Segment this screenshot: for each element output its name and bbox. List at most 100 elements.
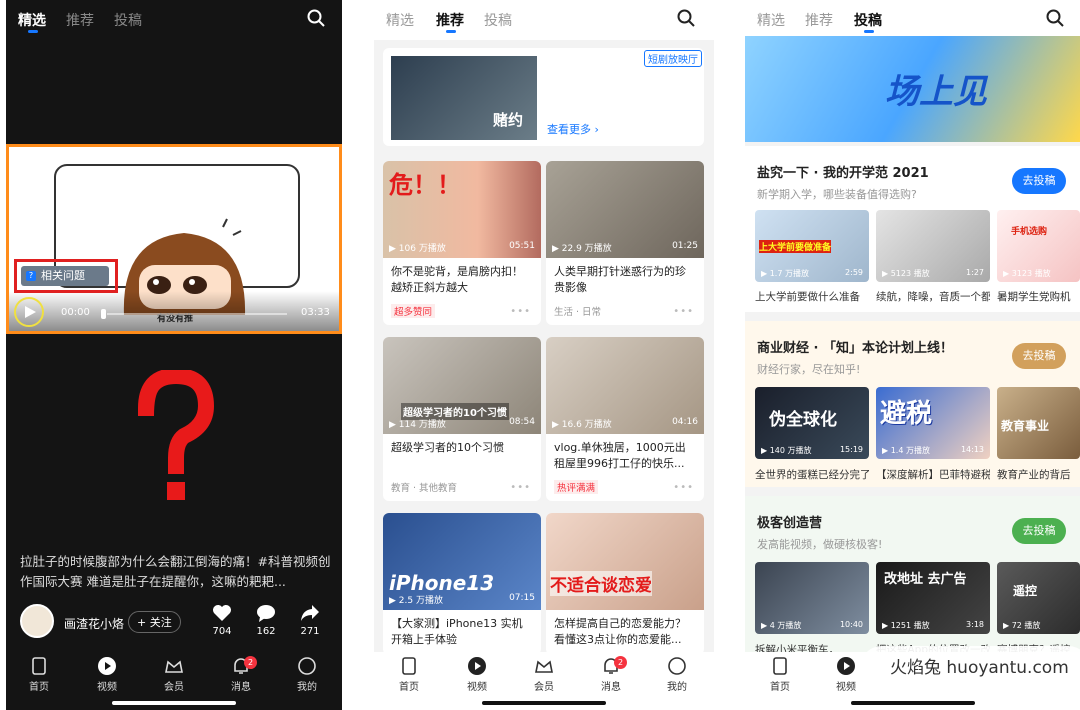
share-button[interactable]: 271 — [294, 604, 326, 637]
bottom-nav: 首页 视频 会员 2 消息 我的 — [6, 652, 342, 710]
progress-handle[interactable] — [101, 309, 106, 319]
video-card[interactable]: 超级学习者的10个习惯 ▶ 114 万播放 08:54 超级学习者的10个习惯 教… — [383, 337, 541, 501]
nav-messages[interactable]: 2 消息 — [216, 656, 266, 693]
tab-submissions[interactable]: 投稿 — [114, 10, 142, 30]
video-duration: 14:13 — [960, 445, 984, 454]
banner-headline: 场上见 — [885, 72, 987, 112]
thumb-overlay-text: 改地址 去广告 — [884, 572, 967, 587]
home-indicator — [112, 701, 236, 705]
nav-home[interactable]: 首页 — [14, 656, 64, 693]
like-button[interactable]: 704 — [206, 604, 238, 637]
tab-featured[interactable]: 精选 — [18, 10, 46, 30]
thumb-overlay-text: 遥控 — [1013, 584, 1038, 598]
video-caption: 拉肚子的时候腹部为什么会翻江倒海的痛！#科普视频创作国际大赛 难道是肚子在提醒你… — [20, 554, 331, 589]
post-button[interactable]: 去投稿 — [1012, 168, 1066, 194]
video-card[interactable]: 不适合谈恋爱 怎样提高自己的恋爱能力？看懂这3点让你的恋爱能... — [546, 513, 704, 655]
nav-me[interactable]: 我的 — [652, 656, 702, 693]
nav-vip[interactable]: 会员 — [149, 656, 199, 693]
tab-submissions[interactable]: 投稿 — [854, 10, 882, 30]
nav-vip-label: 会员 — [534, 682, 554, 693]
section-subtitle: 财经行家，尽在知乎! — [757, 363, 861, 376]
search-icon[interactable] — [1045, 8, 1065, 28]
nav-messages[interactable]: 2 消息 — [586, 656, 636, 693]
related-highlight-box: ? 相关问题 — [14, 259, 118, 293]
author-name[interactable]: 画渣花小烙 — [64, 615, 124, 632]
author-avatar[interactable] — [20, 604, 54, 638]
mini-video-thumbnail[interactable]: 伪全球化 ▶ 140 万播放 15:19 — [755, 387, 869, 459]
search-icon[interactable] — [306, 8, 326, 28]
video-thumbnail: 不适合谈恋爱 — [546, 513, 704, 610]
section-title: 极客创造营 — [757, 516, 823, 531]
video-play-icon — [468, 657, 486, 675]
submissions-screen: 精选 推荐 投稿 场上见 盐究一下 · 我的开学范 2021 新学期入学，哪些装… — [745, 0, 1080, 710]
more-options-icon[interactable]: ••• — [673, 482, 694, 493]
more-options-icon[interactable]: ••• — [510, 482, 531, 493]
nav-me-label: 我的 — [667, 682, 687, 693]
nav-video[interactable]: 视频 — [82, 656, 132, 693]
thumb-overlay-text: 不适合谈恋爱 — [550, 571, 652, 596]
section-subtitle: 发高能视频，做硬核极客! — [757, 538, 883, 551]
tab-recommended[interactable]: 推荐 — [66, 10, 94, 30]
share-count: 271 — [300, 626, 320, 637]
more-options-icon[interactable]: ••• — [510, 306, 531, 317]
nav-video[interactable]: 视频 — [452, 656, 502, 693]
mini-video-caption: 【深度解析】巴菲特避税 — [876, 469, 990, 481]
video-thumbnail: ▶ 16.6 万播放 04:16 — [546, 337, 704, 434]
video-card[interactable]: 危！！ ▶ 106 万播放 05:51 你不是驼背，是肩膀内扣！越矫正斜方越大 超… — [383, 161, 541, 325]
mini-video-thumbnail[interactable]: 上大学前要做准备 ▶ 1.7 万播放 2:59 — [755, 210, 869, 282]
profile-icon — [298, 657, 316, 675]
active-tab-indicator — [28, 30, 38, 33]
nav-vip[interactable]: 会员 — [519, 656, 569, 693]
mini-video-thumbnail[interactable]: 遥控 ▶ 72 播放 — [997, 562, 1080, 634]
more-options-icon[interactable]: ••• — [673, 306, 694, 317]
post-button[interactable]: 去投稿 — [1012, 343, 1066, 369]
thumb-overlay-text: 手机选购 — [1011, 227, 1048, 237]
video-card[interactable]: ▶ 16.6 万播放 04:16 vlog.单休独居，1000元出租屋里996打工… — [546, 337, 704, 501]
video-play-icon — [98, 657, 116, 675]
post-button[interactable]: 去投稿 — [1012, 518, 1066, 544]
nav-home[interactable]: 首页 — [384, 656, 434, 693]
nav-me[interactable]: 我的 — [282, 656, 332, 693]
video-duration: 01:25 — [672, 241, 698, 251]
home-indicator — [850, 701, 975, 705]
thumb-overlay-text: 危！！ — [389, 171, 461, 199]
recommended-screen: 精选 推荐 投稿 赌约 短剧放映厅 查看更多 › 危！！ ▶ 106 万播放 05… — [374, 0, 714, 710]
related-questions-chip[interactable]: ? 相关问题 — [21, 266, 109, 286]
campaign-banner[interactable]: 场上见 — [745, 36, 1080, 142]
message-badge: 2 — [614, 656, 627, 669]
comment-button[interactable]: 162 — [250, 604, 282, 637]
nav-messages-label: 消息 — [231, 682, 251, 693]
watermark: 火焰兔 huoyantu.com — [860, 646, 1080, 690]
thumb-overlay-text: 上大学前要做准备 — [759, 240, 832, 253]
see-more-link[interactable]: 查看更多 › — [547, 121, 599, 137]
mini-video-thumbnail[interactable]: ▶ 5123 播放 1:27 — [876, 210, 990, 282]
mini-video-thumbnail[interactable]: 手机选购 ▶ 3123 播放 — [997, 210, 1080, 282]
video-card[interactable]: ▶ 22.9 万播放 01:25 人类早期打针迷惑行为的珍贵影像 生活 · 日常 … — [546, 161, 704, 325]
message-badge: 2 — [244, 656, 257, 669]
tab-featured[interactable]: 精选 — [386, 10, 414, 30]
short-drama-banner[interactable]: 赌约 短剧放映厅 查看更多 › — [383, 48, 704, 146]
short-drama-tag: 短剧放映厅 — [644, 50, 702, 67]
video-card[interactable]: iPhone13 ▶ 2.5 万播放 07:15 【大家测】iPhone13 实机… — [383, 513, 541, 655]
nav-home-label: 首页 — [29, 682, 49, 693]
video-thumbnail: ▶ 22.9 万播放 01:25 — [546, 161, 704, 258]
mini-video-thumbnail[interactable]: 避税 ▶ 1.4 万播放 14:13 — [876, 387, 990, 459]
search-icon[interactable] — [676, 8, 696, 28]
tab-recommended[interactable]: 推荐 — [436, 10, 464, 30]
view-count: ▶ 5123 播放 — [882, 269, 930, 278]
mini-video-thumbnail[interactable]: 教育事业 — [997, 387, 1080, 459]
tab-submissions[interactable]: 投稿 — [484, 10, 512, 30]
video-title: 人类早期打针迷惑行为的珍贵影像 — [554, 265, 686, 294]
drama-title: 赌约 — [492, 111, 523, 129]
mini-video-caption: 教育产业的背后 — [997, 469, 1071, 481]
tab-recommended[interactable]: 推荐 — [805, 10, 833, 30]
nav-home[interactable]: 首页 — [755, 656, 805, 693]
mini-video-thumbnail[interactable]: 改地址 去广告 ▶ 1251 播放 3:18 — [876, 562, 990, 634]
video-tag: 热评满满 — [554, 480, 599, 494]
tab-featured[interactable]: 精选 — [757, 10, 785, 30]
video-player[interactable]: 有没有推 ? 相关问题 00:00 03:33 — [6, 144, 342, 334]
play-button[interactable] — [14, 297, 44, 327]
follow-button[interactable]: + 关注 — [128, 611, 181, 633]
mini-video-thumbnail[interactable]: ▶ 4 万播放 10:40 — [755, 562, 869, 634]
progress-bar[interactable] — [107, 313, 287, 315]
